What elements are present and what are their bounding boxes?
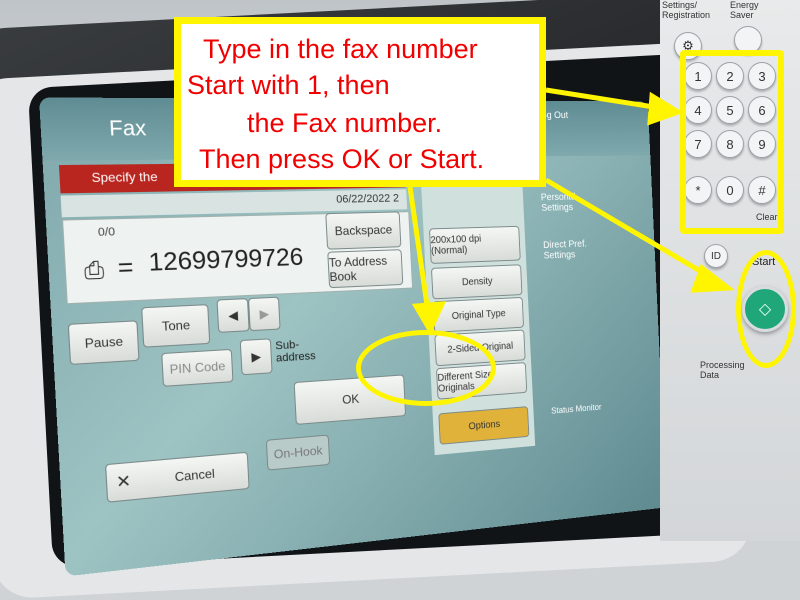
callout-line-2: Start with 1, then [187, 70, 390, 100]
arrow-to-start [544, 177, 714, 281]
arrow-head-start [690, 263, 735, 293]
callout-line-3: the Fax number. [247, 108, 443, 138]
arrow-head-keypad [647, 91, 684, 126]
arrow-to-ok [407, 186, 431, 313]
arrow-head-ok [411, 301, 447, 336]
arrow-to-keypad [545, 87, 661, 111]
instruction-callout: Type in the fax number Start with 1, the… [174, 17, 546, 187]
callout-line-4: Then press OK or Start. [199, 144, 485, 174]
callout-line-1: Type in the fax number [203, 34, 478, 64]
